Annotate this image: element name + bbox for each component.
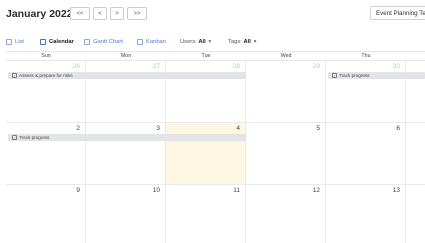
list-icon xyxy=(6,39,12,45)
day-cell[interactable]: 11 xyxy=(166,185,246,243)
day-cell[interactable]: 2 xyxy=(6,123,86,185)
gantt-icon xyxy=(84,39,90,45)
day-cell[interactable] xyxy=(406,185,425,243)
day-number: 3 xyxy=(156,125,160,132)
day-cell[interactable]: 6 xyxy=(326,123,406,185)
day-cell[interactable]: 9 xyxy=(6,185,86,243)
day-number: 11 xyxy=(233,187,240,194)
weekday-thu: Thu xyxy=(361,53,371,59)
event-assess-risks[interactable]: ✓ Assess & prepare for risks xyxy=(8,72,246,79)
users-filter-value: All xyxy=(198,39,206,45)
last-page-button[interactable]: >> xyxy=(127,7,147,20)
tab-kanban-label: Kanban xyxy=(146,39,166,45)
day-number: 27 xyxy=(152,63,160,70)
event-label: Track progress xyxy=(19,135,50,140)
tags-filter-label: Tags: xyxy=(228,39,242,45)
checkbox-icon: ✓ xyxy=(332,73,337,78)
day-number: 5 xyxy=(316,125,320,132)
day-number: 4 xyxy=(236,125,240,132)
day-cell[interactable]: 27 xyxy=(86,61,166,123)
calendar-icon xyxy=(40,39,46,45)
month-title: January 2022 xyxy=(6,8,73,20)
tab-calendar-label: Calendar xyxy=(49,39,74,45)
weekday-header: Sun Mon Tue Wed Thu xyxy=(6,51,425,61)
chevron-down-icon: ▼ xyxy=(252,39,258,45)
tab-list-label: List xyxy=(15,39,25,45)
day-number: 13 xyxy=(392,187,400,194)
day-cell-today[interactable]: 4 xyxy=(166,123,246,185)
template-select[interactable]: Event Planning Template xyxy=(370,6,425,20)
tags-filter-value: All xyxy=(243,39,251,45)
tab-gantt[interactable]: Gantt Chart xyxy=(84,39,123,45)
day-cell[interactable]: 28 xyxy=(166,61,246,123)
day-number: 9 xyxy=(76,187,80,194)
chevron-down-icon: ▼ xyxy=(207,39,213,45)
day-number: 28 xyxy=(232,63,240,70)
weekday-sun: Sun xyxy=(41,53,51,59)
tab-kanban[interactable]: Kanban xyxy=(137,39,166,45)
day-number: 30 xyxy=(392,63,400,70)
day-cell[interactable]: 5 xyxy=(246,123,326,185)
tags-filter[interactable]: Tags: All ▼ xyxy=(228,39,257,45)
prev-month-button[interactable]: < xyxy=(93,7,107,20)
checkbox-icon: ✓ xyxy=(12,73,17,78)
users-filter[interactable]: Users: All ▼ xyxy=(180,39,212,45)
day-cell[interactable] xyxy=(406,123,425,185)
users-filter-label: Users: xyxy=(180,39,197,45)
day-number: 12 xyxy=(312,187,320,194)
day-cell[interactable]: 13 xyxy=(326,185,406,243)
event-track-progress[interactable]: ✓ Track progress xyxy=(328,72,425,79)
day-number: 26 xyxy=(72,63,80,70)
day-cell[interactable]: 29 xyxy=(246,61,326,123)
event-label: Assess & prepare for risks xyxy=(19,73,73,78)
day-cell[interactable]: 30 xyxy=(326,61,406,123)
event-track-progress[interactable]: ✓ Track progress xyxy=(8,134,246,141)
day-number: 6 xyxy=(396,125,400,132)
weekday-tue: Tue xyxy=(201,53,211,59)
tab-list[interactable]: List xyxy=(6,39,24,45)
day-number: 29 xyxy=(312,63,320,70)
weekday-wed: Wed xyxy=(280,53,292,59)
day-cell[interactable]: 12 xyxy=(246,185,326,243)
day-cell[interactable]: 10 xyxy=(86,185,166,243)
kanban-icon xyxy=(137,39,143,45)
day-cell[interactable]: 3 xyxy=(86,123,166,185)
checkbox-icon: ✓ xyxy=(12,135,17,140)
day-cell[interactable] xyxy=(406,61,425,123)
day-cell[interactable]: 26 xyxy=(6,61,86,123)
day-number: 2 xyxy=(76,125,80,132)
day-number: 10 xyxy=(152,187,160,194)
next-month-button[interactable]: > xyxy=(110,7,124,20)
tab-gantt-label: Gantt Chart xyxy=(93,39,123,45)
weekday-mon: Mon xyxy=(120,53,132,59)
first-page-button[interactable]: << xyxy=(70,7,90,20)
tab-calendar[interactable]: Calendar xyxy=(40,39,74,45)
event-label: Track progress xyxy=(339,73,370,78)
